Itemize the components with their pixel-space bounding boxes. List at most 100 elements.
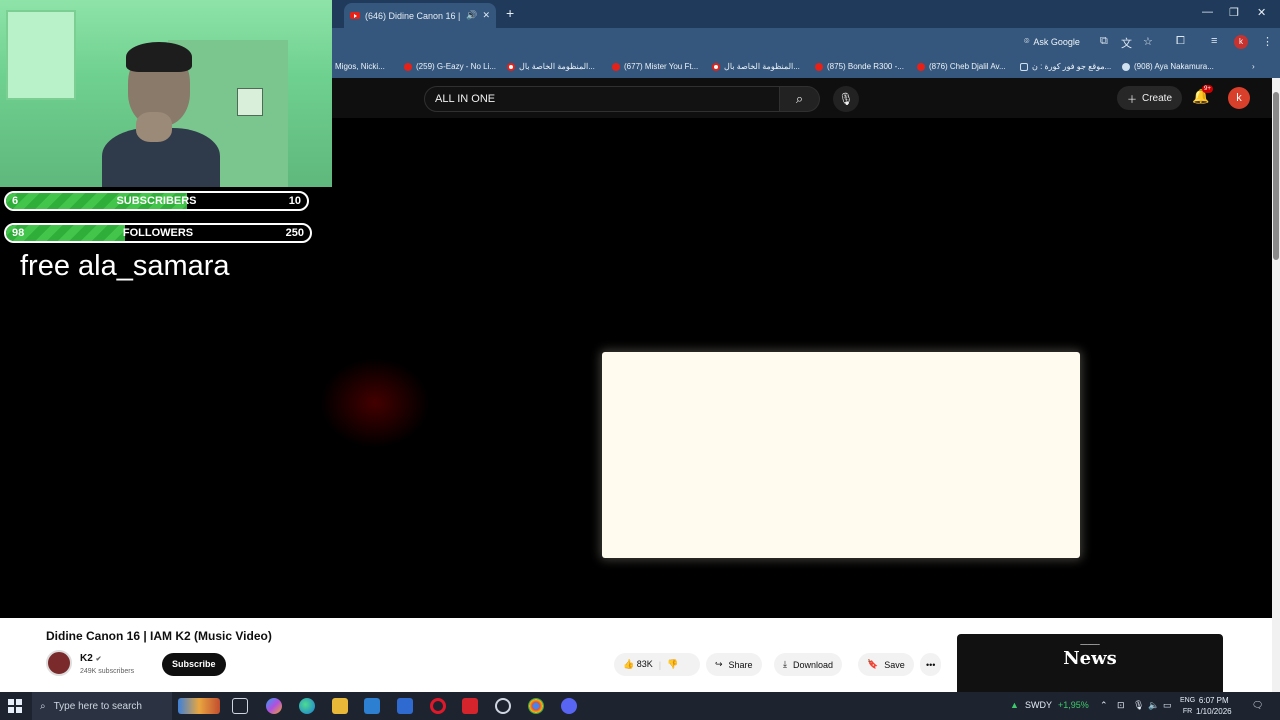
create-button[interactable]: ＋ Create (1117, 86, 1183, 110)
subscribers-goal-current: 6 (12, 195, 19, 207)
video-title: Didine Canon 16 | IAM K2 (Music Video) (46, 629, 272, 643)
edge-browser-icon[interactable] (299, 698, 315, 714)
task-view-icon[interactable] (232, 698, 248, 714)
followers-goal-current: 98 (12, 227, 25, 239)
bookmarks-overflow-icon[interactable]: › (1252, 62, 1255, 71)
bookmark-item[interactable]: (875) Bonde R300 -... (815, 62, 904, 71)
taskbar-search-placeholder: Type here to search (53, 700, 142, 712)
install-app-icon[interactable]: ⧉ (1100, 35, 1108, 48)
cam-background-window (6, 10, 76, 100)
language-indicator[interactable]: ENG FR (1180, 695, 1195, 717)
browser-toolbar: ⌾ Ask Google ⧉ 文 ☆ ⧠ ≡ k ⋮ (332, 28, 1280, 56)
tray-overflow-icon[interactable]: ⌃ (1100, 700, 1108, 711)
create-label: Create (1142, 92, 1173, 104)
stock-trend-icon: ▲ (1010, 700, 1019, 710)
microphone-icon: 🎙 (838, 92, 854, 106)
translate-icon[interactable]: 文 (1121, 35, 1132, 51)
media-controls-icon[interactable]: ≡ (1211, 35, 1217, 47)
speaker-icon[interactable]: 🔊 (466, 10, 477, 21)
search-input[interactable]: ALL IN ONE (424, 86, 780, 112)
download-button[interactable]: ⤓ Download (774, 653, 843, 676)
bookmark-item[interactable]: موقع جو فور كورة : ن... (1020, 62, 1111, 71)
chrome-icon[interactable] (528, 698, 544, 714)
tab-title: (646) Didine Canon 16 | IAM (365, 10, 461, 21)
bookmark-item[interactable]: Migos, Nicki... (335, 62, 385, 71)
restore-button[interactable]: ❐ (1229, 6, 1239, 19)
channel-name[interactable]: K2 ✔ (80, 653, 101, 664)
windows-taskbar: ⌕ Type here to search ▲ SWDY +1,95% ⌃ ⊡ … (0, 692, 1280, 720)
stock-ticker[interactable]: SWDY (1025, 700, 1052, 710)
bookmark-item[interactable]: المنظومة الخاصة بال... (712, 62, 800, 71)
subscribers-goal-label: SUBSCRIBERS (116, 195, 197, 207)
discord-icon[interactable] (561, 698, 577, 714)
download-icon: ⤓ (783, 659, 787, 669)
microphone-icon[interactable]: 🎙 (1133, 700, 1144, 711)
news-card[interactable]: ━━━━━━━━ News (957, 634, 1223, 692)
youtube-icon (404, 62, 412, 71)
extensions-icon[interactable]: ⧠ (1176, 35, 1185, 48)
notification-badge: 9+ (1202, 85, 1213, 93)
volume-icon[interactable]: 🔈 (1148, 700, 1159, 711)
subscribers-goal-target: 10 (288, 195, 301, 207)
like-divider: | (658, 659, 662, 670)
new-tab-button[interactable]: + (506, 5, 514, 21)
dislike-button[interactable]: 👎 (667, 659, 678, 670)
streamer-figure (96, 42, 220, 187)
ask-google-label: Ask Google (1033, 36, 1080, 47)
wps-office-icon[interactable] (462, 698, 478, 714)
news-widget-icon[interactable] (178, 698, 220, 714)
battery-icon[interactable]: ▭ (1163, 700, 1172, 711)
page-scrollbar-thumb[interactable] (1273, 92, 1279, 260)
copilot-icon[interactable] (266, 698, 282, 714)
bookmark-item[interactable]: المنظومة الخاصة بال... (507, 62, 595, 71)
subscribe-button[interactable]: Subscribe (162, 653, 226, 676)
minimize-button[interactable]: — (1202, 6, 1213, 18)
taskbar-search-box[interactable]: ⌕ Type here to search (32, 692, 172, 720)
tab-close-icon[interactable]: ✕ (482, 10, 490, 21)
share-button[interactable]: ↪ Share (706, 653, 762, 676)
opera-icon[interactable] (430, 698, 446, 714)
account-avatar[interactable]: k (1228, 87, 1250, 109)
more-actions-button[interactable]: ••• (920, 653, 942, 676)
bookmark-item[interactable]: (876) Cheb Djalil Av... (917, 62, 1006, 71)
like-button[interactable]: 👍 83K (623, 659, 653, 670)
share-icon: ↪ (715, 659, 723, 669)
save-button[interactable]: 🔖 Save (858, 653, 914, 676)
opera-icon (712, 62, 720, 71)
cam-background-poster (237, 88, 263, 116)
search-button[interactable]: ⌕ (780, 86, 820, 112)
youtube-favicon-icon (350, 12, 360, 19)
video-frame-red-glow (320, 358, 430, 448)
network-icon[interactable]: ⊡ (1117, 700, 1125, 711)
subscribers-goal-bar: SUBSCRIBERS 6 10 (4, 191, 309, 211)
notification-center-icon[interactable]: 🗨 (1252, 700, 1263, 711)
close-window-button[interactable]: ✕ (1257, 6, 1266, 19)
bookmark-item[interactable]: (259) G-Eazy - No Li... (404, 62, 496, 71)
plus-icon: ＋ (1127, 94, 1137, 106)
obs-studio-icon[interactable] (495, 698, 511, 714)
youtube-icon (917, 62, 925, 71)
youtube-icon (612, 62, 620, 71)
system-clock[interactable]: 6:07 PM 1/10/2026 (1196, 695, 1232, 717)
mail-icon[interactable] (397, 698, 413, 714)
browser-tab-active[interactable]: (646) Didine Canon 16 | IAM 🔊 ✕ (344, 3, 496, 28)
ask-google-button[interactable]: ⌾ Ask Google (1024, 36, 1080, 47)
bookmark-item[interactable]: (677) Mister You Ft... (612, 62, 698, 71)
windows-start-icon[interactable] (8, 699, 22, 713)
microsoft-store-icon[interactable] (364, 698, 380, 714)
profile-avatar[interactable]: k (1234, 35, 1248, 49)
menu-dots-icon[interactable]: ⋮ (1262, 35, 1273, 48)
like-dislike-group: 👍 83K | 👎 (614, 653, 700, 676)
channel-avatar[interactable] (46, 650, 72, 676)
overlay-message: free ala_samara (20, 250, 230, 282)
channel-subscriber-count: 249K subscribers (80, 668, 135, 675)
video-info-section: Didine Canon 16 | IAM K2 (Music Video) K… (0, 618, 1272, 692)
bookmark-item[interactable]: (908) Aya Nakamura... (1122, 62, 1214, 71)
globe-icon (1122, 62, 1130, 71)
opera-icon (507, 62, 515, 71)
file-explorer-icon[interactable] (332, 698, 348, 714)
thumbs-up-icon: 👍 (623, 659, 635, 669)
streamer-hand (136, 112, 172, 142)
bookmark-star-icon[interactable]: ☆ (1143, 35, 1153, 48)
voice-search-button[interactable]: 🎙 (833, 86, 859, 112)
